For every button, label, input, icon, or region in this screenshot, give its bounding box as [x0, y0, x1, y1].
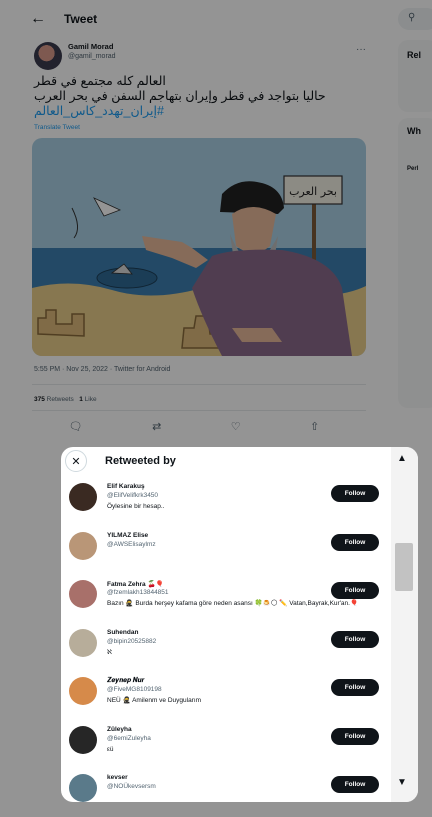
list-item[interactable]: 𝒁𝒆𝒚𝒏𝒆𝒑 𝑵𝒖𝒓 @FiveMG8109198 NEÜ 🥷 Amilenm …	[61, 671, 391, 720]
retweeters-list: Elif Karakuş @ElifVelifkrk3450 Öylesine …	[61, 477, 391, 802]
user-name[interactable]: 𝒁𝒆𝒚𝒏𝒆𝒑 𝑵𝒖𝒓	[107, 677, 144, 685]
likes-label[interactable]: Like	[85, 396, 97, 403]
divider	[32, 410, 366, 411]
user-handle: @NOÜkevsersm	[107, 783, 156, 790]
user-handle: @AWSElisaylmz	[107, 540, 156, 548]
user-bio: NEÜ 🥷 Amilenm ve Duygularım	[107, 697, 202, 704]
list-item[interactable]: Elif Karakuş @ElifVelifkrk3450 Öylesine …	[61, 477, 391, 526]
avatar[interactable]	[69, 483, 97, 511]
close-button[interactable]: ✕	[65, 450, 87, 472]
whats-happening-title: Wh	[407, 126, 421, 136]
user-bio: εü	[107, 745, 114, 753]
tweet-author[interactable]: Gamil Morad @gamil_morad	[34, 42, 116, 70]
scroll-up-icon[interactable]: ▲	[397, 453, 407, 464]
avatar[interactable]	[34, 42, 62, 70]
user-name[interactable]: YILMAZ Elise	[107, 532, 148, 539]
follow-button[interactable]: Follow	[331, 582, 379, 599]
follow-button[interactable]: Follow	[331, 485, 379, 502]
dialog-title: Retweeted by	[105, 455, 176, 467]
author-name[interactable]: Gamil Morad	[68, 42, 116, 51]
user-name[interactable]: Züleyha	[107, 726, 132, 733]
user-handle: @FiveMG8109198	[107, 686, 162, 693]
arrow-left-icon[interactable]: ←	[30, 10, 48, 28]
follow-button[interactable]: Follow	[331, 533, 379, 551]
avatar[interactable]	[69, 531, 97, 560]
user-name[interactable]: Fatma Zehra 🍒🎈	[107, 580, 164, 588]
list-item[interactable]: kevser @NOÜkevsersm Follow	[61, 768, 391, 802]
user-handle: @6emiZuleyha	[107, 734, 151, 742]
divider	[32, 384, 366, 385]
retweets-label[interactable]: Retweets	[47, 396, 74, 403]
scroll-down-icon[interactable]: ▼	[397, 777, 407, 788]
user-name[interactable]: Suhendan	[107, 629, 138, 636]
top-bar: ← Tweet	[0, 0, 390, 38]
list-item[interactable]: Suhendan @bipin20525882 ℵ Follow	[61, 623, 391, 672]
follow-button[interactable]: Follow	[331, 679, 379, 696]
page-title: Tweet	[64, 12, 98, 26]
user-handle: @bipin20525882	[107, 637, 157, 645]
scrollbar[interactable]	[391, 447, 418, 802]
follow-button[interactable]: Follow	[331, 727, 379, 745]
list-item[interactable]: YILMAZ Elise @AWSElisaylmz Follow	[61, 526, 391, 575]
sign-text: بحر العرب	[289, 185, 337, 198]
author-handle[interactable]: @gamil_morad	[68, 53, 116, 60]
dialog-header: ✕ Retweeted by	[61, 447, 418, 475]
close-icon: ✕	[71, 455, 81, 468]
whats-happening-card	[398, 118, 432, 408]
tweet-stats: 375 Retweets 1 Like	[34, 396, 97, 403]
tweet-line: حاليا بتواجد في قطر وإيران بتهاجم السفن …	[34, 89, 326, 103]
trend-item[interactable]: Perl	[407, 166, 418, 172]
avatar[interactable]	[69, 774, 97, 802]
like-icon[interactable]: ♡	[231, 420, 241, 433]
scrollbar-thumb[interactable]	[395, 543, 413, 591]
avatar[interactable]	[69, 677, 97, 705]
retweets-count[interactable]: 375	[34, 396, 45, 403]
user-name[interactable]: Elif Karakuş	[107, 483, 145, 490]
avatar[interactable]	[69, 725, 97, 754]
follow-button[interactable]: Follow	[331, 776, 379, 793]
cartoon-illustration: بحر العرب	[32, 138, 366, 356]
user-bio: Öylesine bir hesap..	[107, 503, 165, 510]
retweeted-by-dialog: ✕ Retweeted by Elif Karakuş @ElifVelifkr…	[61, 447, 418, 802]
user-handle: @fzemlakh13844851	[107, 589, 169, 596]
tweet-timestamp: 5:55 PM · Nov 25, 2022 · Twitter for And…	[34, 366, 171, 373]
likes-count[interactable]: 1	[79, 396, 83, 403]
tweet-actions: 🗨 ⇄ ♡ ⇧	[34, 420, 354, 433]
tweet-line: العالم كله مجتمع في قطر	[34, 74, 166, 88]
hashtag-link[interactable]: #إيران_تهدد_كاس_العالم	[34, 104, 364, 119]
translate-tweet-link[interactable]: Translate Tweet	[34, 124, 80, 131]
avatar[interactable]	[69, 580, 97, 608]
avatar[interactable]	[69, 628, 97, 657]
user-bio: Bazın 🥷 Burda herşey kafama göre neden a…	[107, 600, 359, 607]
user-name[interactable]: kevser	[107, 774, 128, 781]
tweet-image[interactable]: بحر العرب	[32, 138, 366, 356]
user-handle: @ElifVelifkrk3450	[107, 492, 159, 499]
user-bio: ℵ	[107, 648, 112, 656]
tweet-text: العالم كله مجتمع في قطر حاليا بتواجد في …	[34, 74, 364, 119]
relevant-people-title: Rel	[407, 50, 422, 60]
follow-button[interactable]: Follow	[331, 630, 379, 648]
retweet-icon[interactable]: ⇄	[152, 420, 161, 433]
list-item[interactable]: Fatma Zehra 🍒🎈 @fzemlakh13844851 Bazın 🥷…	[61, 574, 391, 623]
search-icon: ⚲	[408, 12, 416, 23]
list-item[interactable]: Züleyha @6emiZuleyha εü Follow	[61, 720, 391, 769]
share-icon[interactable]: ⇧	[310, 420, 319, 433]
more-options-icon[interactable]: ···	[356, 44, 366, 55]
reply-icon[interactable]: 🗨	[69, 420, 83, 433]
